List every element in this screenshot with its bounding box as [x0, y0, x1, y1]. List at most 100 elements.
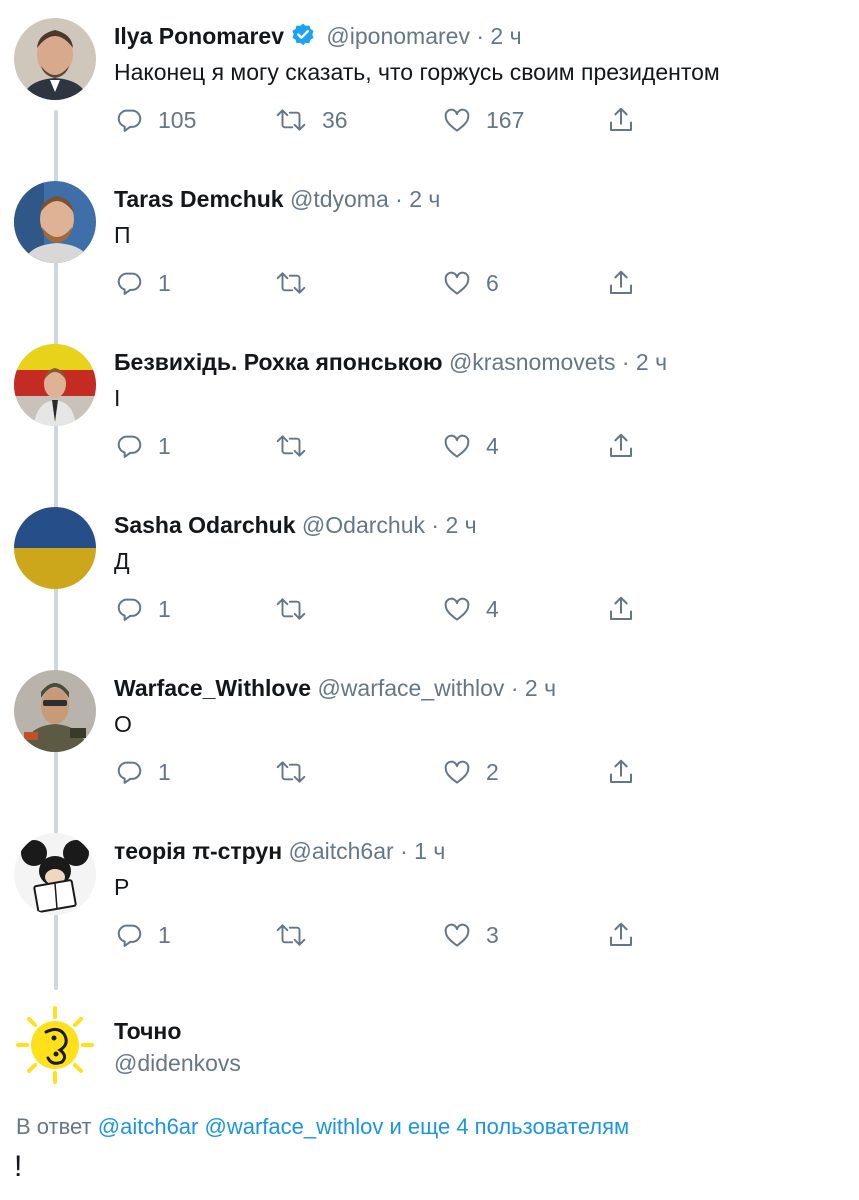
heart-icon: [444, 271, 470, 295]
author-handle[interactable]: @warface_withlov: [317, 675, 504, 701]
like-count: 167: [486, 106, 525, 133]
share-button[interactable]: [606, 917, 636, 953]
retweet-button[interactable]: [274, 917, 308, 953]
author-name[interactable]: Sasha Odarchuk: [114, 512, 296, 538]
author-handle[interactable]: @iponomarev: [326, 23, 470, 49]
like-count: 4: [486, 595, 499, 622]
author-handle[interactable]: @krasnomovets: [449, 349, 616, 375]
separator-dot: ·: [476, 23, 485, 49]
share-icon: [610, 433, 632, 457]
like-count: 3: [486, 921, 499, 948]
share-icon: [610, 107, 632, 131]
like-button[interactable]: 6: [442, 265, 499, 301]
author-name[interactable]: Warface_Withlove: [114, 675, 311, 701]
reply-context: В ответ @aitch6ar @warface_withlov и еще…: [16, 1114, 629, 1140]
retweet-count: 36: [322, 106, 348, 133]
timestamp[interactable]: 2 ч: [445, 512, 476, 538]
tweet-actions: 105 36 167: [114, 102, 754, 138]
soldier-avatar-icon: [14, 670, 96, 752]
man-avatar-icon: [14, 18, 96, 100]
avatar[interactable]: [14, 670, 96, 752]
share-button[interactable]: [606, 265, 636, 301]
avatar[interactable]: [14, 1004, 96, 1086]
timestamp[interactable]: 2 ч: [525, 675, 556, 701]
reply-icon: [117, 109, 142, 132]
share-icon: [610, 759, 632, 783]
avatar[interactable]: [14, 18, 96, 100]
retweet-button[interactable]: [274, 754, 308, 790]
share-icon: [610, 596, 632, 620]
separator-dot: ·: [621, 349, 630, 375]
author-handle[interactable]: @Odarchuk: [302, 512, 425, 538]
retweet-icon: [276, 598, 306, 620]
author-name[interactable]: Taras Demchuk: [114, 186, 284, 212]
like-count: 4: [486, 432, 499, 459]
timestamp[interactable]: 2 ч: [409, 186, 440, 212]
tweet-actions: 1 6: [114, 265, 754, 301]
like-button[interactable]: 3: [442, 917, 499, 953]
man-avatar-icon: [14, 344, 96, 426]
share-button[interactable]: [606, 102, 636, 138]
reply-button[interactable]: 1: [114, 591, 171, 627]
reply-button[interactable]: 1: [114, 917, 171, 953]
author-name[interactable]: Ilya Ponomarev: [114, 23, 284, 49]
timestamp[interactable]: 1 ч: [414, 838, 445, 864]
focused-tweet-text: !: [14, 1150, 23, 1183]
author-name[interactable]: теорія π-струн: [114, 838, 282, 864]
retweet-button[interactable]: [274, 591, 308, 627]
author-handle[interactable]: @aitch6ar: [289, 838, 394, 864]
reply-icon: [117, 435, 142, 458]
reply-count: 1: [158, 921, 171, 948]
reply-button[interactable]: 1: [114, 754, 171, 790]
like-button[interactable]: 4: [442, 591, 499, 627]
avatar[interactable]: [14, 507, 96, 589]
timestamp[interactable]: 2 ч: [636, 349, 667, 375]
tweet-actions: 1 3: [114, 917, 754, 953]
like-count: 2: [486, 758, 499, 785]
retweet-icon: [276, 761, 306, 783]
author-name[interactable]: Безвихідь. Рохка японською: [114, 349, 443, 375]
timestamp[interactable]: 2 ч: [490, 23, 521, 49]
author-handle[interactable]: @didenkovs: [114, 1050, 241, 1077]
man-avatar-icon: [14, 181, 96, 263]
mention-link[interactable]: @aitch6ar: [98, 1114, 199, 1139]
author-name[interactable]: Точно: [114, 1018, 181, 1045]
sun-logo-icon: [14, 1004, 96, 1086]
retweet-button[interactable]: [274, 428, 308, 464]
separator-dot: ·: [431, 512, 440, 538]
tweet-actions: 1 4: [114, 428, 754, 464]
share-button[interactable]: [606, 591, 636, 627]
share-icon: [610, 922, 632, 946]
retweet-icon: [276, 924, 306, 946]
reply-count: 1: [158, 269, 171, 296]
verified-badge-icon: [290, 22, 316, 56]
heart-icon: [444, 434, 470, 458]
like-button[interactable]: 167: [442, 102, 524, 138]
retweet-button[interactable]: [274, 265, 308, 301]
tweet-text: І: [114, 385, 121, 411]
tweet-actions: 1 2: [114, 754, 754, 790]
share-button[interactable]: [606, 754, 636, 790]
tweet-text: Наконец я могу сказать, что горжусь свои…: [114, 59, 720, 85]
avatar[interactable]: [14, 181, 96, 263]
flag-avatar-icon: [14, 507, 96, 589]
retweet-button[interactable]: 36: [274, 102, 348, 138]
share-button[interactable]: [606, 428, 636, 464]
reply-button[interactable]: 105: [114, 102, 196, 138]
author-handle[interactable]: @tdyoma: [290, 186, 389, 212]
reply-button[interactable]: 1: [114, 265, 171, 301]
heart-icon: [444, 597, 470, 621]
share-icon: [610, 270, 632, 294]
more-users-link[interactable]: и еще 4 пользователям: [389, 1114, 629, 1139]
reply-icon: [117, 761, 142, 784]
like-count: 6: [486, 269, 499, 296]
like-button[interactable]: 2: [442, 754, 499, 790]
heart-icon: [444, 760, 470, 784]
like-button[interactable]: 4: [442, 428, 499, 464]
avatar[interactable]: [14, 833, 96, 915]
separator-dot: ·: [395, 186, 403, 212]
avatar[interactable]: [14, 344, 96, 426]
reply-count: 1: [158, 758, 171, 785]
reply-button[interactable]: 1: [114, 428, 171, 464]
mention-link[interactable]: @warface_withlov: [205, 1114, 384, 1139]
